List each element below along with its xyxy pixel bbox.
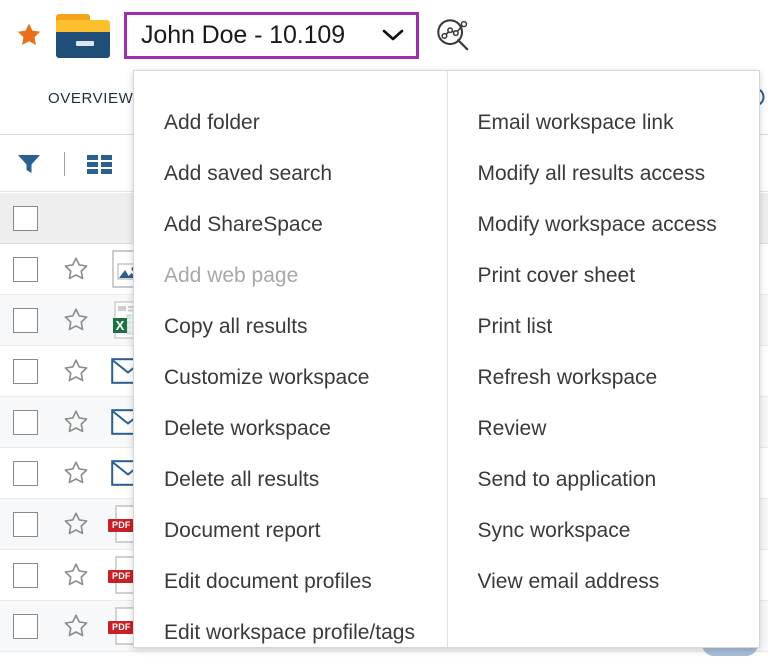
- favorite-star-icon[interactable]: [14, 20, 44, 50]
- chevron-down-icon[interactable]: [382, 28, 404, 42]
- menu-item-print-cover-sheet[interactable]: Print cover sheet: [448, 250, 760, 301]
- star-outline-icon[interactable]: [52, 459, 100, 487]
- row-checkbox[interactable]: [13, 307, 38, 333]
- star-outline-icon[interactable]: [52, 408, 100, 436]
- menu-item-edit-document-profiles[interactable]: Edit document profiles: [134, 556, 447, 607]
- top-bar: John Doe - 10.109: [0, 0, 768, 70]
- row-checkbox[interactable]: [13, 460, 38, 486]
- grid-view-icon[interactable]: [83, 149, 117, 179]
- menu-item-customize-workspace[interactable]: Customize workspace: [134, 352, 447, 403]
- pdf-badge-label: PDF: [108, 570, 135, 583]
- menu-item-delete-all-results[interactable]: Delete all results: [134, 454, 447, 505]
- app-root: John Doe - 10.109 OVERVIEW X PDF PDF PDF…: [0, 0, 768, 662]
- star-outline-icon[interactable]: [52, 561, 100, 589]
- analytics-search-icon[interactable]: [433, 15, 473, 55]
- toolbar-divider: [64, 151, 65, 176]
- menu-item-add-folder[interactable]: Add folder: [134, 97, 447, 148]
- select-all-checkbox[interactable]: [13, 205, 38, 231]
- menu-item-send-to-application[interactable]: Send to application: [448, 454, 760, 505]
- star-outline-icon[interactable]: [52, 357, 100, 385]
- folder-body-shape: [56, 32, 110, 58]
- menu-item-document-report[interactable]: Document report: [134, 505, 447, 556]
- filter-funnel-icon[interactable]: [12, 149, 46, 179]
- menu-item-modify-all-results-access[interactable]: Modify all results access: [448, 148, 760, 199]
- menu-item-add-sharespace[interactable]: Add ShareSpace: [134, 199, 447, 250]
- workspace-name-label: John Doe - 10.109: [141, 20, 346, 49]
- pdf-badge-label: PDF: [108, 519, 135, 532]
- row-checkbox[interactable]: [13, 511, 38, 537]
- row-checkbox[interactable]: [13, 562, 38, 588]
- row-checkbox[interactable]: [13, 613, 38, 639]
- menu-column-left: Add folder Add saved search Add ShareSpa…: [134, 71, 448, 647]
- workspace-selector[interactable]: John Doe - 10.109: [124, 11, 419, 59]
- star-outline-icon[interactable]: [52, 306, 100, 334]
- star-outline-icon[interactable]: [52, 612, 100, 640]
- menu-item-add-web-page: Add web page: [164, 264, 299, 287]
- workspace-actions-menu: Add folder Add saved search Add ShareSpa…: [133, 70, 760, 648]
- menu-item-sync-workspace[interactable]: Sync workspace: [448, 505, 760, 556]
- star-outline-icon[interactable]: [52, 255, 100, 283]
- menu-item-email-workspace-link[interactable]: Email workspace link: [448, 97, 760, 148]
- menu-item-modify-workspace-access[interactable]: Modify workspace access: [448, 199, 760, 250]
- menu-item-print-list[interactable]: Print list: [448, 301, 760, 352]
- menu-item-refresh-workspace[interactable]: Refresh workspace: [448, 352, 760, 403]
- menu-item-edit-workspace-profile-tags[interactable]: Edit workspace profile/tags: [134, 607, 447, 658]
- menu-item-view-email-address[interactable]: View email address: [448, 556, 760, 607]
- menu-item-review[interactable]: Review: [448, 403, 760, 454]
- star-outline-icon[interactable]: [52, 510, 100, 538]
- menu-item-copy-all-results[interactable]: Copy all results: [134, 301, 447, 352]
- menu-column-right: Email workspace link Modify all results …: [448, 71, 760, 647]
- svg-text:X: X: [116, 318, 125, 333]
- row-checkbox[interactable]: [13, 409, 38, 435]
- folder-icon[interactable]: [54, 10, 112, 60]
- row-checkbox[interactable]: [13, 256, 38, 282]
- row-checkbox[interactable]: [13, 358, 38, 384]
- menu-item-delete-workspace[interactable]: Delete workspace: [134, 403, 447, 454]
- menu-item-add-saved-search[interactable]: Add saved search: [134, 148, 447, 199]
- tab-overview[interactable]: OVERVIEW: [48, 90, 133, 107]
- pdf-badge-label: PDF: [108, 621, 135, 634]
- folder-slot-shape: [76, 41, 94, 46]
